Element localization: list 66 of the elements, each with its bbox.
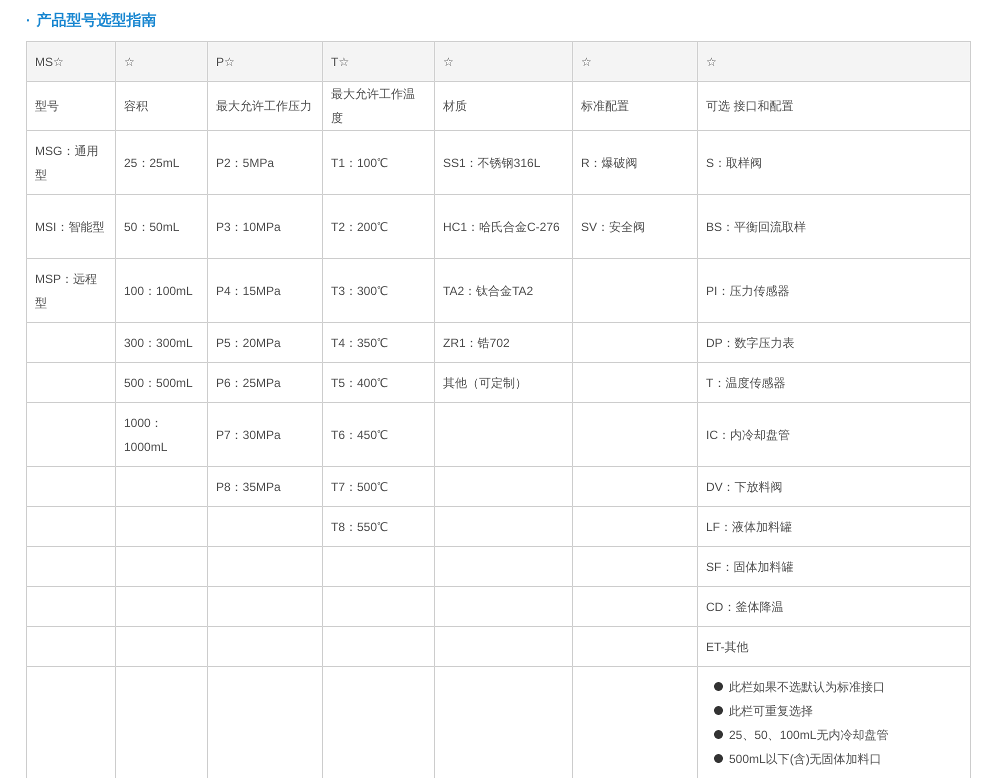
table-cell: 其他（可定制） [434,362,572,402]
title-marker: · [26,10,31,30]
header-cell: ☆ [572,42,698,82]
header-cell: T☆ [322,42,434,82]
table-cell: T2：200℃ [322,194,434,258]
table-cell: 500：500mL [116,362,208,402]
table-cell: 标准配置 [572,82,698,130]
table-cell: MSI：智能型 [26,194,116,258]
bullet-icon [714,754,723,763]
header-cell: ☆ [434,42,572,82]
table-cell: 可选 接口和配置 [698,82,970,130]
table-cell: T5：400℃ [322,362,434,402]
table-cell: IC：内冷却盘管 [698,402,970,466]
table-cell: PI：压力传感器 [698,258,970,322]
table-cell: ET-其他 [698,626,970,666]
table-cell: DP：数字压力表 [698,322,970,362]
table-cell: 100：100mL [116,258,208,322]
table-cell: T4：350℃ [322,322,434,362]
table-cell: 最大允许工作温度 [322,82,434,130]
table-cell: 型号 [26,82,116,130]
table-cell: T：温度传感器 [698,362,970,402]
header-cell: P☆ [208,42,322,82]
table-cell: ZR1：锆702 [434,322,572,362]
table-cell: R：爆破阀 [572,130,698,194]
table-cell: BS：平衡回流取样 [698,194,970,258]
table-cell: CD：釜体降温 [698,586,970,626]
header-cell: MS☆ [26,42,116,82]
table-cell: T6：450℃ [322,402,434,466]
table-cell: P8：35MPa [208,466,322,506]
table-cell: T1：100℃ [322,130,434,194]
table-cell: MSG：通用型 [26,130,116,194]
table-cell: 50：50mL [116,194,208,258]
bullet-icon [714,682,723,691]
table-cell: SS1：不锈钢316L [434,130,572,194]
table-cell: T3：300℃ [322,258,434,322]
bullet-icon [714,730,723,739]
bullet-icon [714,706,723,715]
table-cell: P4：15MPa [208,258,322,322]
table-cell: DV：下放料阀 [698,466,970,506]
table-cell: 1000：1000mL [116,402,208,466]
table-cell: SV：安全阀 [572,194,698,258]
table-cell: LF：液体加料罐 [698,506,970,546]
table-cell: SF：固体加料罐 [698,546,970,586]
header-cell: ☆ [698,42,970,82]
note-text: 500mL以下(含)无固体加料口 [729,750,882,768]
table-cell: 最大允许工作压力 [208,82,322,130]
note-text: 此栏如果不选默认为标准接口 [729,678,885,696]
note-text: 25、50、100mL无内冷却盘管 [729,726,888,744]
header-cell: ☆ [116,42,208,82]
note-text: 此栏可重复选择 [729,702,813,720]
table-cell: 容积 [116,82,208,130]
page-title: 产品型号选型指南 [36,12,157,28]
table-cell: 300：300mL [116,322,208,362]
table-cell: T8：550℃ [322,506,434,546]
table-cell: P2：5MPa [208,130,322,194]
table-cell: 25：25mL [116,130,208,194]
table-cell: TA2：钛合金TA2 [434,258,572,322]
table-cell: MSP：远程型 [26,258,116,322]
table-cell: P5：20MPa [208,322,322,362]
table-cell: S：取样阀 [698,130,970,194]
table-cell: P7：30MPa [208,402,322,466]
table-cell: P3：10MPa [208,194,322,258]
table-cell: T7：500℃ [322,466,434,506]
table-cell: P6：25MPa [208,362,322,402]
table-cell: HC1：哈氏合金C-276 [434,194,572,258]
table-cell: 材质 [434,82,572,130]
